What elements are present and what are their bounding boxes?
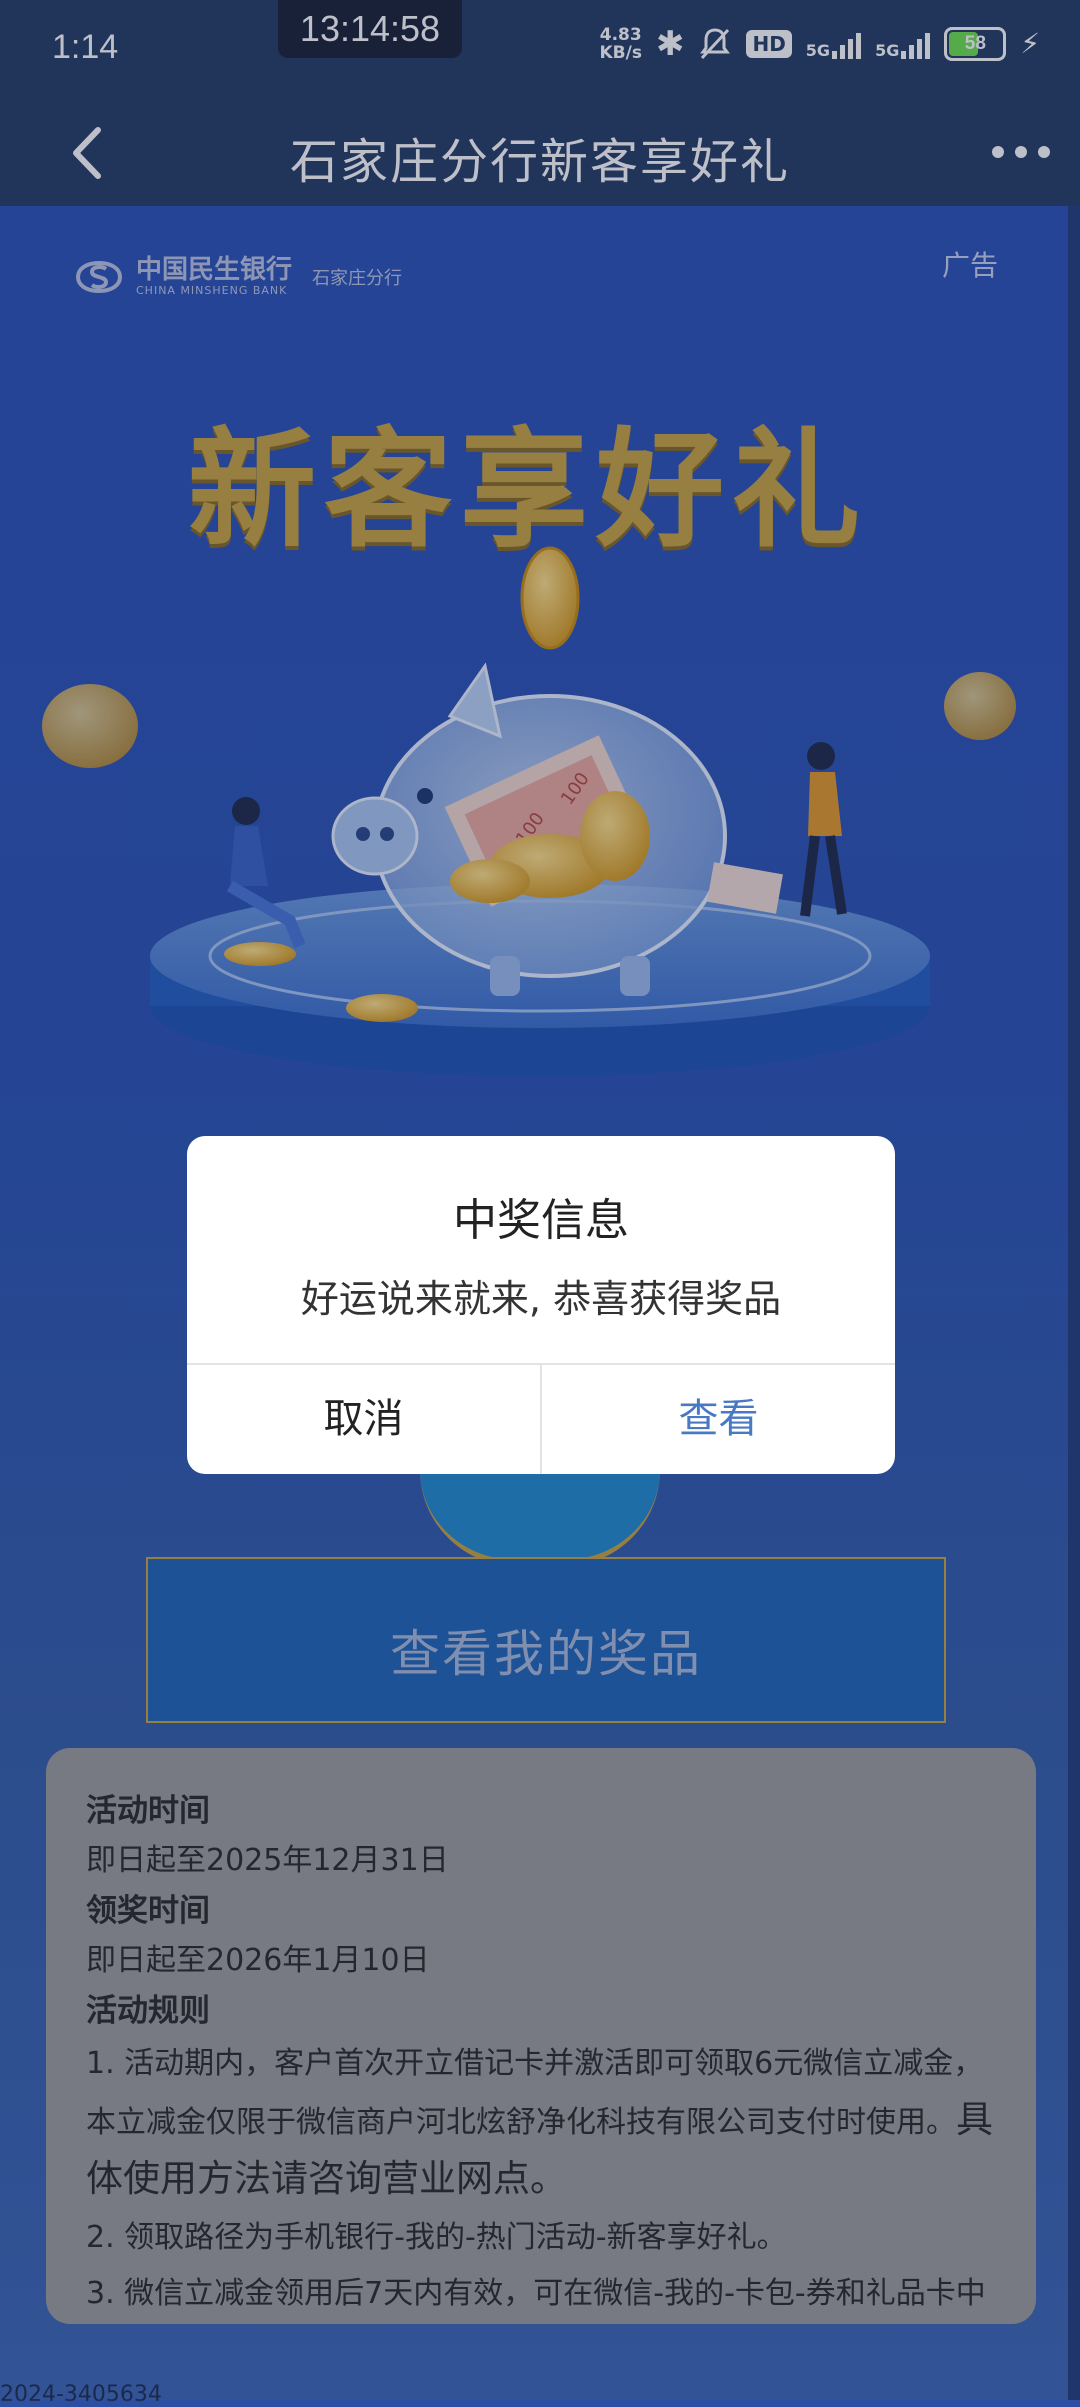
ad-label: 广告 bbox=[941, 249, 998, 282]
piggy-bank-illustration: 100 100 bbox=[42, 546, 1016, 1076]
cancel-button[interactable]: 取消 bbox=[187, 1365, 540, 1474]
prize-dialog: 中奖信息 好运说来就来, 恭喜获得奖品 取消 查看 bbox=[187, 1136, 895, 1474]
my-prizes-button[interactable]: 查看我的奖品 bbox=[146, 1557, 946, 1723]
charging-icon: ⚡ bbox=[1020, 27, 1040, 60]
activity-time-heading: 活动时间 bbox=[86, 1793, 210, 1829]
status-time: 1:14 bbox=[52, 28, 119, 66]
scrollbar[interactable] bbox=[1068, 206, 1080, 2400]
activity-rules-card: 活动时间 即日起至2025年12月31日 领奖时间 即日起至2026年1月10日… bbox=[46, 1748, 1036, 2324]
claim-time-heading: 领奖时间 bbox=[86, 1893, 210, 1929]
signal-1-label: 5G bbox=[805, 41, 831, 60]
rule-item: 1. 活动期内，客户首次开立借记卡并激活即可领取6元微信立减金，本立减金仅限于微… bbox=[86, 2036, 996, 2210]
claim-time-value: 即日起至2026年1月10日 bbox=[86, 1943, 430, 1978]
bluetooth-icon: ✱ bbox=[655, 24, 685, 64]
dialog-title: 中奖信息 bbox=[453, 1195, 629, 1246]
my-prizes-button-label: 查看我的奖品 bbox=[390, 1625, 702, 1683]
rule-1-text: 1. 活动期内，客户首次开立借记卡并激活即可领取6元微信立减金，本立减金仅限于微… bbox=[86, 2046, 984, 2140]
bank-name-en: CHINA MINSHENG BANK bbox=[136, 284, 288, 297]
footer-id: 2024-3405634 bbox=[0, 2382, 162, 2407]
more-horizontal-icon[interactable] bbox=[990, 140, 1052, 164]
bank-logo: 中国民生银行 CHINA MINSHENG BANK 石家庄分行 bbox=[72, 256, 402, 297]
nav-bar: 石家庄分行新客享好礼 bbox=[0, 100, 1080, 206]
view-button[interactable]: 查看 bbox=[542, 1365, 895, 1474]
signal-2-label: 5G bbox=[875, 41, 900, 60]
signal-1: 5G bbox=[805, 29, 862, 60]
bank-logo-icon bbox=[75, 260, 123, 293]
dialog-message: 好运说来就来, 恭喜获得奖品 bbox=[300, 1277, 782, 1321]
network-speed-value: 4.83 bbox=[599, 25, 642, 45]
signal-bars-icon bbox=[832, 29, 862, 59]
status-bar: 1:14 13:14:58 4.83 KB/s ✱ HD 5G 5G 58 ⚡ bbox=[0, 0, 1080, 100]
bank-logo-text: 中国民生银行 CHINA MINSHENG BANK bbox=[136, 256, 292, 297]
bank-name-cn: 中国民生银行 bbox=[136, 255, 293, 285]
branch-name: 石家庄分行 bbox=[312, 267, 403, 289]
network-speed-unit: KB/s bbox=[599, 43, 642, 63]
page-title: 石家庄分行新客享好礼 bbox=[289, 134, 790, 190]
rule-item: 2. 领取路径为手机银行-我的-热门活动-新客享好礼。 bbox=[86, 2220, 787, 2255]
network-speed: 4.83 KB/s bbox=[599, 26, 641, 62]
rule-item: 3. 微信立减金领用后7天内有效，可在微信-我的-卡包-券和礼品卡中查看使用立减… bbox=[86, 2276, 986, 2311]
battery-icon: 58 bbox=[944, 27, 1007, 61]
signal-2: 5G bbox=[875, 29, 931, 60]
clock-overlay: 13:14:58 bbox=[278, 0, 462, 58]
battery-level: 58 bbox=[964, 33, 986, 54]
bell-muted-icon bbox=[700, 28, 731, 60]
signal-bars-icon bbox=[901, 29, 931, 59]
status-icons: 4.83 KB/s ✱ HD 5G 5G 58 ⚡ bbox=[599, 24, 1040, 64]
hd-badge: HD bbox=[746, 30, 792, 58]
rules-heading: 活动规则 bbox=[86, 1993, 210, 2029]
activity-time-value: 即日起至2025年12月31日 bbox=[86, 1843, 449, 1878]
